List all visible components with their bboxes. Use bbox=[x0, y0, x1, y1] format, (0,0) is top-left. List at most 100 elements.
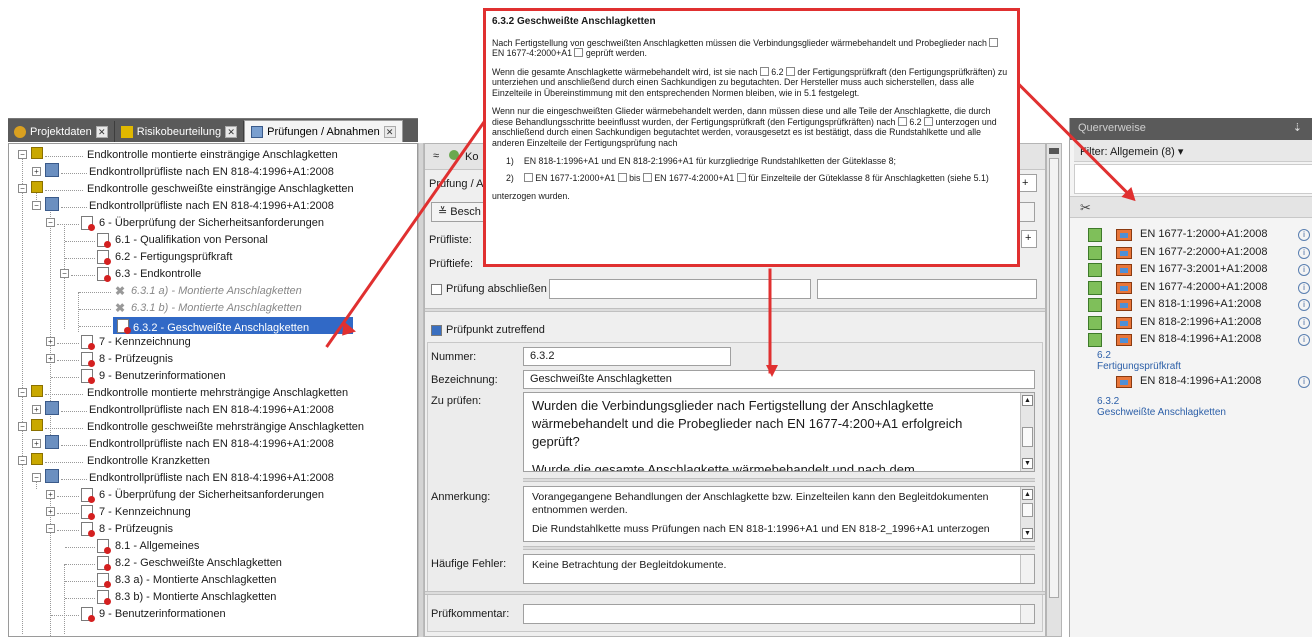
filter-input[interactable] bbox=[1074, 164, 1312, 194]
info-icon[interactable]: i bbox=[1298, 316, 1310, 329]
ref-item[interactable]: EN 818-2:1996+A1:2008 bbox=[1140, 316, 1261, 334]
tab-projektdaten[interactable]: Projektdaten ✕ bbox=[8, 121, 115, 142]
tree-item[interactable]: 6.3.1 b) - Montierte Anschlagketten bbox=[131, 300, 302, 317]
tree-item[interactable]: 8.3 a) - Montierte Anschlagketten bbox=[115, 572, 276, 589]
expand-toggle[interactable]: + bbox=[46, 354, 55, 363]
close-icon[interactable]: ✕ bbox=[383, 125, 396, 138]
link-icon bbox=[574, 48, 584, 57]
bezeichnung-label: Bezeichnung: bbox=[431, 374, 498, 386]
ref-group-title[interactable]: Fertigungsprüfkraft bbox=[1097, 361, 1181, 372]
zutreffend-checkbox[interactable] bbox=[431, 325, 442, 336]
tree-item[interactable]: Endkontrollprüfliste nach EN 818-4:1996+… bbox=[89, 198, 334, 215]
info-icon[interactable]: i bbox=[1298, 246, 1310, 259]
expand-toggle[interactable]: + bbox=[46, 507, 55, 516]
tree-item[interactable]: Endkontrolle montierte einsträngige Ansc… bbox=[87, 147, 338, 164]
filter-dropdown[interactable]: Filter: Allgemein (8) ▾ bbox=[1074, 140, 1312, 162]
collapse-toggle[interactable]: − bbox=[46, 218, 55, 227]
tree-item[interactable]: Endkontrolle montierte mehrsträngige Ans… bbox=[87, 385, 348, 402]
tree-item[interactable]: 6.3.1 a) - Montierte Anschlagketten bbox=[131, 283, 302, 300]
scroll-up-icon[interactable] bbox=[1049, 148, 1059, 154]
tab-pruefungen[interactable]: Prüfungen / Abnahmen ✕ bbox=[244, 120, 403, 142]
tree-item[interactable]: 8.2 - Geschweißte Anschlagketten bbox=[115, 555, 282, 572]
ref-item[interactable]: EN 818-4:1996+A1:2008 bbox=[1140, 333, 1261, 351]
checklist-icon bbox=[31, 147, 43, 159]
expand-toggle[interactable]: + bbox=[46, 337, 55, 346]
add-pruefliste-button[interactable]: + bbox=[1021, 230, 1037, 248]
tools-icon[interactable]: ✂ bbox=[1080, 200, 1091, 216]
tree-item[interactable]: 8 - Prüfzeugnis bbox=[99, 351, 173, 368]
ref-item[interactable]: EN 1677-2:2000+A1:2008 bbox=[1140, 246, 1268, 264]
collapse-toggle[interactable]: − bbox=[18, 456, 27, 465]
collapse-toggle[interactable]: − bbox=[18, 422, 27, 431]
collapse-toggle[interactable]: − bbox=[18, 184, 27, 193]
scroll-thumb[interactable] bbox=[1049, 158, 1059, 598]
collapse-toggle[interactable]: − bbox=[18, 388, 27, 397]
ref-group-number[interactable]: 6.3.2 bbox=[1097, 396, 1119, 407]
ref-group-title[interactable]: Geschweißte Anschlagketten bbox=[1097, 407, 1226, 418]
tree-item[interactable]: 7 - Kennzeichnung bbox=[99, 504, 191, 521]
pin-icon[interactable]: ⇣ bbox=[1293, 121, 1302, 134]
fehler-textarea[interactable]: Keine Betrachtung der Begleitdokumente. bbox=[523, 554, 1035, 584]
collapse-all-icon[interactable]: ≈ bbox=[433, 150, 439, 162]
tree-item[interactable]: 6.3 - Endkontrolle bbox=[115, 266, 201, 283]
tree-item[interactable]: 6.1 - Qualifikation von Personal bbox=[115, 232, 268, 249]
bezeichnung-field[interactable]: Geschweißte Anschlagketten bbox=[523, 370, 1035, 389]
collapse-toggle[interactable]: − bbox=[18, 150, 27, 159]
kommentar-field[interactable] bbox=[523, 604, 1035, 624]
ref-item[interactable]: EN 1677-1:2000+A1:2008 bbox=[1140, 228, 1268, 246]
collapse-toggle[interactable]: − bbox=[32, 473, 41, 482]
abschliessen-field[interactable] bbox=[549, 279, 811, 299]
close-icon[interactable]: ✕ bbox=[225, 125, 238, 138]
tree-item[interactable]: Endkontrolle geschweißte mehrsträngige A… bbox=[87, 419, 364, 436]
expand-toggle[interactable]: + bbox=[32, 439, 41, 448]
ref-item[interactable]: EN 1677-4:2000+A1:2008 bbox=[1140, 281, 1268, 299]
tree-item[interactable]: Endkontrollprüfliste nach EN 818-4:1996+… bbox=[89, 436, 334, 453]
expand-toggle[interactable]: + bbox=[46, 490, 55, 499]
tree-item[interactable]: 6.2 - Fertigungsprüfkraft bbox=[115, 249, 232, 266]
toolbar-label[interactable]: Ko bbox=[465, 151, 478, 163]
tab-risikobeurteilung[interactable]: Risikobeurteilung ✕ bbox=[115, 121, 245, 142]
zupruefen-textarea[interactable]: Wurden die Verbindungsglieder nach Ferti… bbox=[523, 392, 1035, 472]
tree-item[interactable]: Endkontrollprüfliste nach EN 818-4:1996+… bbox=[89, 470, 334, 487]
abschliessen-checkbox[interactable] bbox=[431, 284, 442, 295]
info-icon[interactable]: i bbox=[1298, 229, 1310, 241]
tree-item[interactable]: 6 - Überprüfung der Sicherheitsanforderu… bbox=[99, 487, 324, 504]
anmerkung-textarea[interactable]: Vorangegangene Behandlungen der Anschlag… bbox=[523, 486, 1035, 542]
ref-item[interactable]: EN 818-1:1996+A1:2008 bbox=[1140, 298, 1261, 316]
nummer-field[interactable]: 6.3.2 bbox=[523, 347, 731, 366]
tree-item[interactable]: 6 - Überprüfung der Sicherheitsanforderu… bbox=[99, 215, 324, 232]
collapse-toggle[interactable]: − bbox=[60, 269, 69, 278]
ref-item[interactable]: EN 1677-3:2001+A1:2008 bbox=[1140, 263, 1268, 281]
ref-item[interactable]: EN 818-4:1996+A1:2008 bbox=[1140, 375, 1261, 393]
tree-item[interactable]: 9 - Benutzerinformationen bbox=[99, 606, 226, 623]
tree-item[interactable]: 8 - Prüfzeugnis bbox=[99, 521, 173, 538]
expand-toggle[interactable]: + bbox=[32, 405, 41, 414]
info-icon[interactable]: i bbox=[1298, 264, 1310, 276]
expand-toggle[interactable]: + bbox=[32, 167, 41, 176]
detail-scrollbar[interactable] bbox=[1046, 143, 1062, 637]
info-icon[interactable]: i bbox=[1298, 334, 1310, 346]
tree-item[interactable]: Endkontrollprüfliste nach EN 818-4:1996+… bbox=[89, 402, 334, 419]
collapse-toggle[interactable]: − bbox=[32, 201, 41, 210]
close-icon[interactable]: ✕ bbox=[95, 125, 108, 138]
tree-item[interactable]: Endkontrollprüfliste nach EN 818-4:1996+… bbox=[89, 164, 334, 181]
info-icon[interactable]: i bbox=[1298, 299, 1310, 311]
abschliessen-date[interactable] bbox=[817, 279, 1037, 299]
tree-item[interactable]: Endkontrolle geschweißte einsträngige An… bbox=[87, 181, 354, 198]
link-icon bbox=[759, 66, 769, 76]
collapse-toggle[interactable]: − bbox=[46, 524, 55, 533]
scrollbar[interactable]: ▲ ▼ bbox=[1020, 487, 1034, 541]
tree-item[interactable]: Endkontrolle Kranzketten bbox=[87, 453, 210, 470]
info-icon[interactable]: i bbox=[1298, 281, 1310, 294]
tree-item[interactable]: 8.1 - Allgemeines bbox=[115, 538, 199, 555]
scrollbar[interactable]: ▲ ▼ bbox=[1020, 393, 1034, 471]
tree-item-selected[interactable]: 6.3.2 - Geschweißte Anschlagketten bbox=[113, 317, 353, 334]
tree-item[interactable]: 9 - Benutzerinformationen bbox=[99, 368, 226, 385]
tree-item[interactable]: 7 - Kennzeichnung bbox=[99, 334, 191, 351]
scrollbar[interactable] bbox=[1020, 605, 1034, 623]
section-icon bbox=[117, 319, 131, 334]
info-icon[interactable]: i bbox=[1298, 376, 1310, 388]
tree-item[interactable]: 8.3 b) - Montierte Anschlagketten bbox=[115, 589, 276, 606]
scrollbar[interactable] bbox=[1020, 555, 1034, 583]
ref-group-number[interactable]: 6.2 bbox=[1097, 350, 1111, 361]
